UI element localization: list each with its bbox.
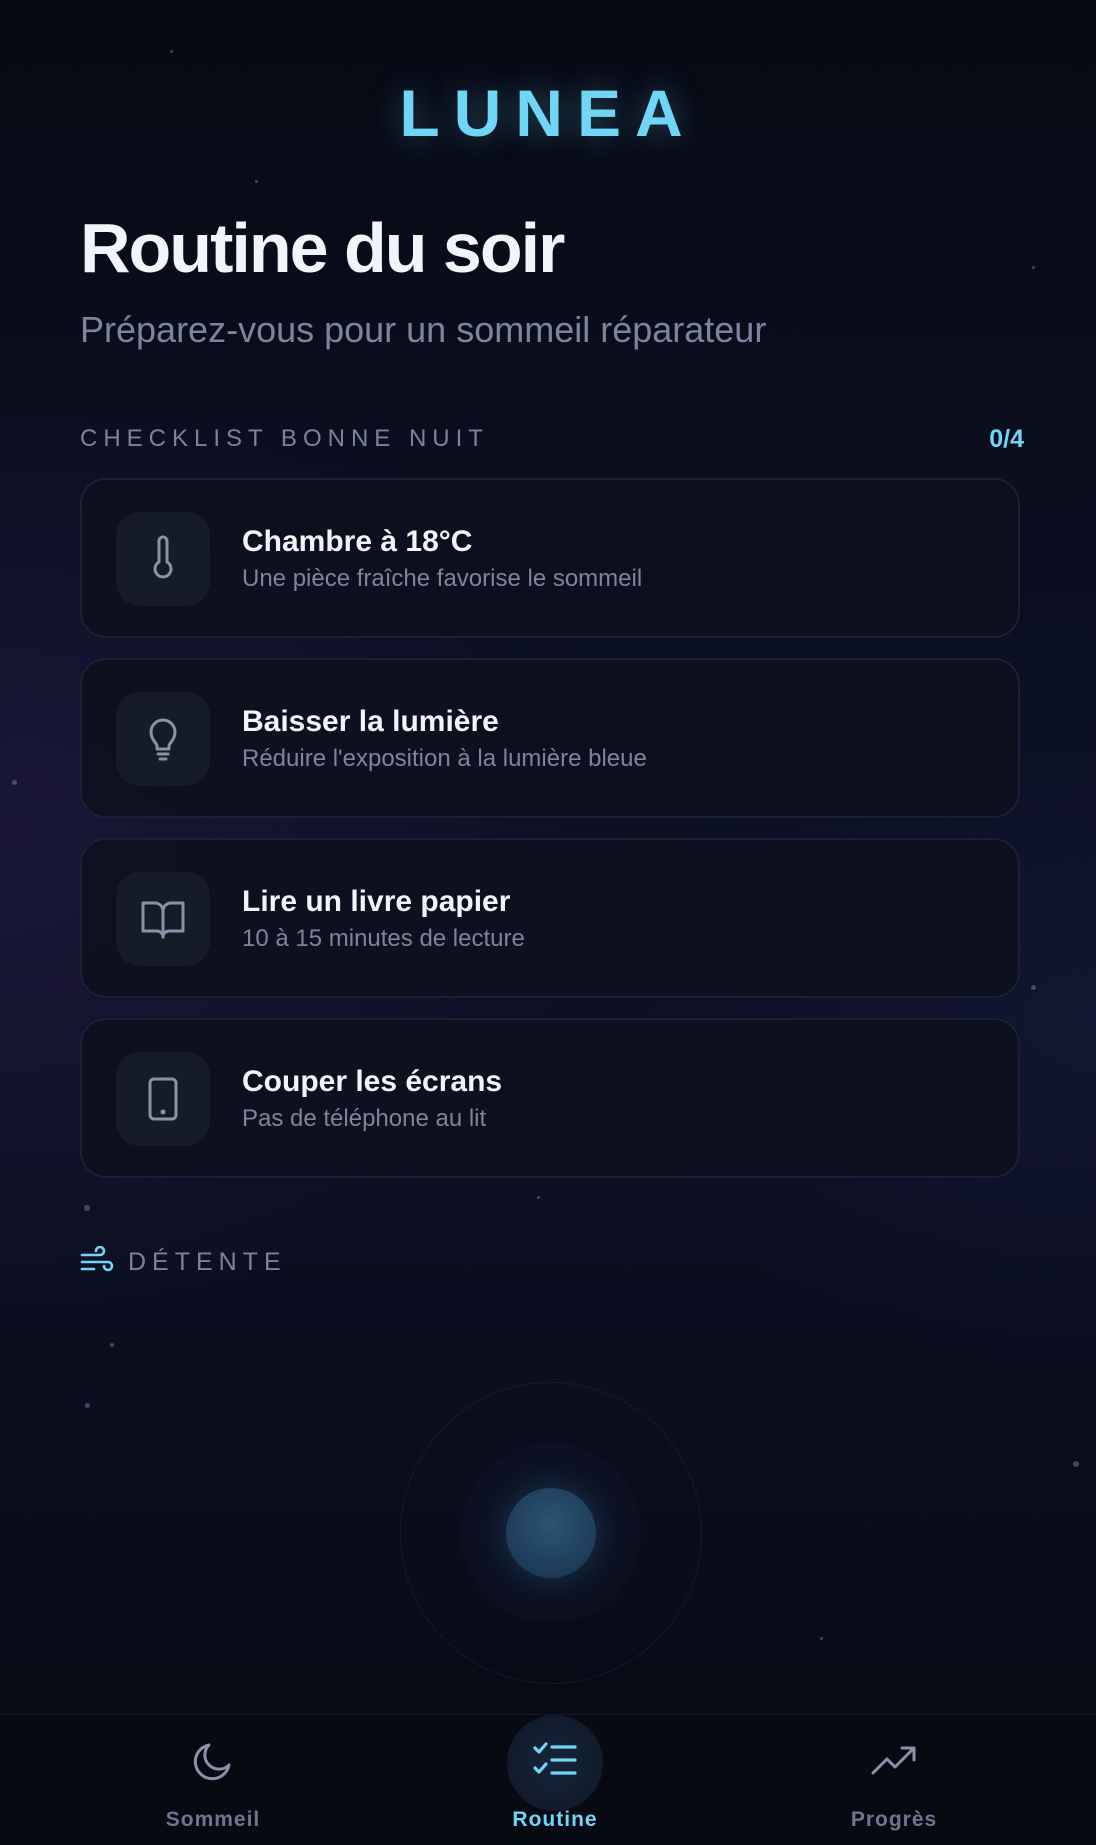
background-star [1032, 266, 1035, 269]
background-star [110, 1343, 114, 1347]
checklist-item-dim-lights[interactable]: Baisser la lumière Réduire l'exposition … [80, 658, 1020, 818]
nav-label: Sommeil [165, 1808, 261, 1831]
book-icon [116, 872, 210, 966]
lightbulb-icon [116, 692, 210, 786]
checklist-item-title: Lire un livre papier [242, 885, 511, 918]
background-star [820, 1637, 823, 1640]
nav-item-sommeil[interactable]: Sommeil [113, 1715, 313, 1845]
page-subtitle: Préparez-vous pour un sommeil réparateur [80, 309, 767, 350]
relaxation-label: DÉTENTE [128, 1248, 287, 1276]
thermometer-icon [116, 512, 210, 606]
page-title: Routine du soir [80, 209, 565, 287]
checklist-progress-count: 0/4 [989, 425, 1024, 453]
background-star [537, 1196, 540, 1199]
checklist-icon [532, 1741, 578, 1786]
bottom-navigation: Sommeil Routine Progrès [0, 1714, 1096, 1845]
background-star [255, 180, 258, 183]
checklist-item-description: Réduire l'exposition à la lumière bleue [242, 745, 647, 772]
nav-item-routine[interactable]: Routine [455, 1715, 655, 1845]
background-star [84, 1205, 90, 1211]
checklist-item-description: 10 à 15 minutes de lecture [242, 925, 525, 952]
checklist-item-turn-off-screens[interactable]: Couper les écrans Pas de téléphone au li… [80, 1018, 1020, 1178]
nav-label: Progrès [850, 1808, 938, 1831]
nav-icon-container-active [507, 1715, 603, 1811]
checklist-item-title: Baisser la lumière [242, 705, 499, 738]
phone-icon [116, 1052, 210, 1146]
wind-icon [80, 1245, 114, 1281]
moon-icon [191, 1739, 235, 1788]
checklist-item-description: Une pièce fraîche favorise le sommeil [242, 565, 643, 592]
app-logo: LUNEA [399, 76, 697, 150]
nav-icon-container [165, 1715, 261, 1811]
background-star [1031, 985, 1036, 990]
checklist-item-read-book[interactable]: Lire un livre papier 10 à 15 minutes de … [80, 838, 1020, 998]
checklist-item-title: Chambre à 18°C [242, 525, 473, 558]
nav-item-progres[interactable]: Progrès [794, 1715, 994, 1845]
checklist-label: CHECKLIST BONNE NUIT [80, 425, 489, 452]
checklist-item-description: Pas de téléphone au lit [242, 1105, 487, 1132]
checklist-header: CHECKLIST BONNE NUIT 0/4 [80, 424, 1024, 454]
breathing-orb-button[interactable] [506, 1488, 596, 1578]
nav-label: Routine [512, 1808, 598, 1831]
background-star [85, 1403, 90, 1408]
nav-icon-container [846, 1715, 942, 1811]
background-star [12, 780, 17, 785]
trending-up-icon [870, 1743, 918, 1784]
background-star [1073, 1461, 1079, 1467]
checklist-item-room-temperature[interactable]: Chambre à 18°C Une pièce fraîche favoris… [80, 478, 1020, 638]
checklist-item-title: Couper les écrans [242, 1065, 503, 1098]
background-star [170, 50, 173, 53]
